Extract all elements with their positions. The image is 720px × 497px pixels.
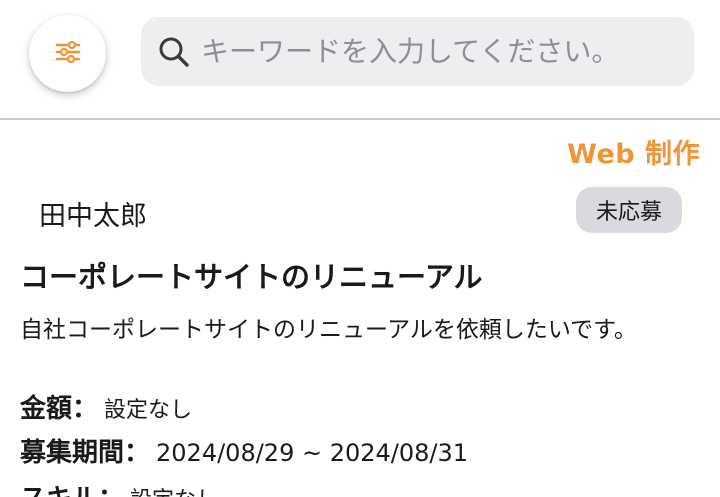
skill-value: 設定なし [130, 482, 218, 497]
skill-row: スキル： 設定なし [20, 478, 218, 497]
filter-button[interactable] [29, 15, 106, 92]
category-label: Web 制作 [567, 139, 700, 170]
search-bar[interactable] [141, 17, 694, 86]
job-description: 自社コーポレートサイトのリニューアルを依頼したいです。 [20, 317, 637, 343]
job-card[interactable]: Web 制作 田中太郎 未応募 コーポレートサイトのリニューアル 自社コーポレー… [0, 120, 720, 497]
sliders-icon [54, 40, 82, 67]
skill-label: スキル： [20, 478, 124, 497]
status-badge: 未応募 [576, 187, 682, 233]
search-input[interactable] [201, 35, 681, 68]
amount-value: 設定なし [104, 398, 193, 423]
author-name: 田中太郎 [39, 201, 147, 232]
job-title: コーポレートサイトのリニューアル [20, 260, 483, 294]
amount-row: 金額： 設定なし [20, 388, 192, 425]
period-label: 募集期間： [20, 438, 151, 468]
search-header [0, 0, 720, 120]
period-row: 募集期間： 2024/08/29 ~ 2024/08/31 [20, 432, 468, 469]
period-value: 2024/08/29 ~ 2024/08/31 [156, 439, 469, 467]
amount-label: 金額： [20, 394, 99, 424]
search-icon [155, 33, 193, 71]
job-list-screen: Web 制作 田中太郎 未応募 コーポレートサイトのリニューアル 自社コーポレー… [0, 0, 720, 497]
